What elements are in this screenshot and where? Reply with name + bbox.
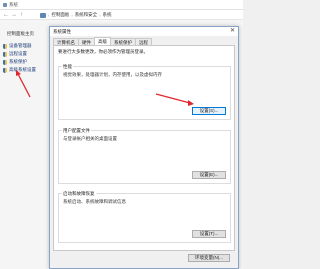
arrow-head: [188, 100, 194, 106]
annotation-arrow-right: [155, 93, 194, 106]
arrow-shaft: [155, 93, 191, 104]
